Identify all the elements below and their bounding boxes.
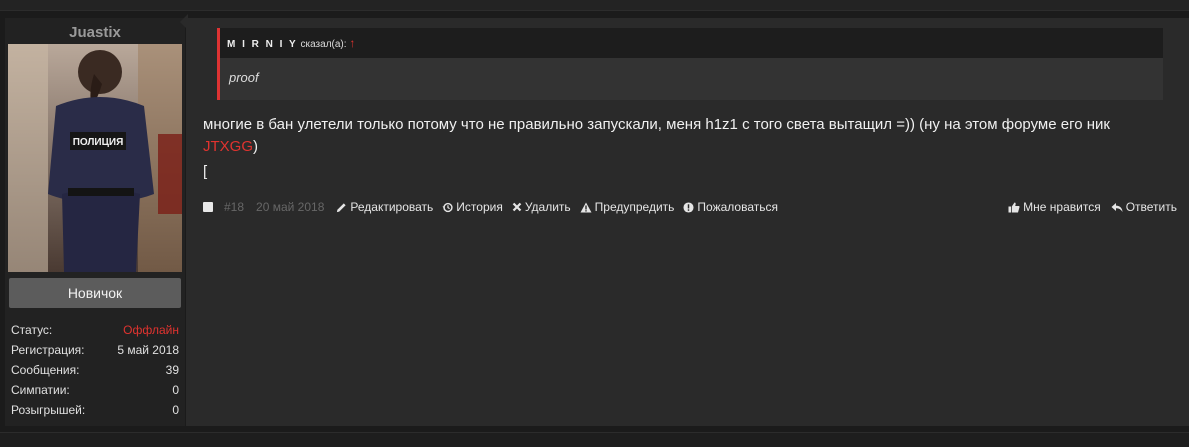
like-button[interactable]: Мне нравится xyxy=(1008,200,1101,214)
info-row-messages: Сообщения: 39 xyxy=(11,360,179,380)
edit-label: Редактировать xyxy=(350,200,434,214)
reply-button[interactable]: Ответить xyxy=(1111,200,1177,214)
report-button[interactable]: Пожаловаться xyxy=(683,200,778,214)
info-row-likes: Симпатии: 0 xyxy=(11,380,179,400)
registration-value: 5 май 2018 xyxy=(117,343,179,357)
pencil-icon xyxy=(337,202,346,212)
quote-jump-arrow-icon[interactable]: ↑ xyxy=(349,36,355,50)
warn-label: Предупредить xyxy=(594,200,675,214)
close-icon xyxy=(512,202,522,212)
post-actions: #18 20 май 2018 Редактировать История Уд… xyxy=(203,199,1177,215)
info-label: Регистрация: xyxy=(11,343,85,357)
info-label: Сообщения: xyxy=(11,363,80,377)
edit-button[interactable]: Редактировать xyxy=(336,200,433,214)
info-row-registration: Регистрация: 5 май 2018 xyxy=(11,340,179,360)
history-button[interactable]: История xyxy=(442,200,503,214)
history-label: История xyxy=(456,200,503,214)
user-info: Статус: Оффлайн Регистрация: 5 май 2018 … xyxy=(11,320,179,420)
warning-icon xyxy=(580,202,592,212)
thumbs-up-icon xyxy=(1008,202,1020,212)
bottom-bar xyxy=(0,432,1189,447)
messages-value: 39 xyxy=(165,363,179,377)
rank-badge: Новичок xyxy=(9,278,181,308)
like-label: Мне нравится xyxy=(1023,200,1101,214)
top-bar xyxy=(0,0,1189,11)
delete-button[interactable]: Удалить xyxy=(512,200,571,214)
select-checkbox[interactable] xyxy=(203,202,213,212)
report-label: Пожаловаться xyxy=(697,200,778,214)
message-text-end: ) xyxy=(253,138,259,155)
info-row-giveaways: Розыгрышей: 0 xyxy=(11,400,179,420)
message-text: многие в бан улетели только потому что н… xyxy=(203,114,1163,158)
history-icon xyxy=(442,202,453,212)
message-text-main: многие в бан улетели только потому что н… xyxy=(203,116,1110,133)
status-value: Оффлайн xyxy=(123,323,179,337)
info-label: Розыгрышей: xyxy=(11,403,86,417)
nick-highlight: JTXGG xyxy=(203,138,254,155)
username[interactable]: Juastix xyxy=(5,24,185,41)
avatar-badge-text: ПОЛИЦИЯ xyxy=(73,137,124,148)
quote-author[interactable]: M I R N I Y xyxy=(227,39,298,50)
quote-body: proof xyxy=(220,58,1163,100)
post-date[interactable]: 20 май 2018 xyxy=(256,200,324,214)
reply-label: Ответить xyxy=(1125,200,1177,214)
quote-said: сказал(а): xyxy=(297,39,350,50)
warn-button[interactable]: Предупредить xyxy=(580,200,675,214)
post-number[interactable]: #18 xyxy=(224,200,244,214)
quote-block: M I R N I Y сказал(а): ↑ proof xyxy=(217,28,1163,100)
message-bracket: [ xyxy=(203,163,208,180)
likes-value: 0 xyxy=(172,383,179,397)
delete-label: Удалить xyxy=(524,200,571,214)
quote-header: M I R N I Y сказал(а): ↑ xyxy=(220,28,1163,58)
reply-icon xyxy=(1111,202,1123,212)
info-label: Статус: xyxy=(11,323,53,337)
avatar[interactable]: ПОЛИЦИЯ xyxy=(8,44,182,272)
message: M I R N I Y сказал(а): ↑ proof многие в … xyxy=(186,18,1189,426)
user-panel: Juastix ПОЛИЦИЯ Новичок Статус: Оффлайн … xyxy=(5,18,185,426)
info-label: Симпатии: xyxy=(11,383,70,397)
info-row-status: Статус: Оффлайн xyxy=(11,320,179,340)
info-icon xyxy=(683,201,694,213)
giveaways-value: 0 xyxy=(172,403,179,417)
